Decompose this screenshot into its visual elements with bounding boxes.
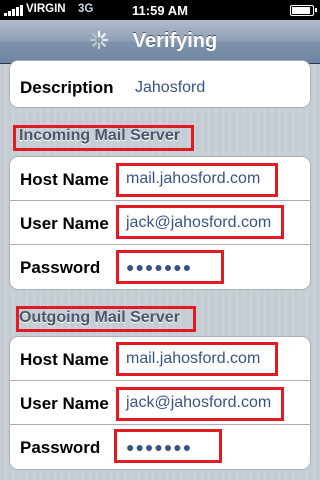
status-bar: VIRGIN 3G 11:59 AM [0,0,320,20]
outgoing-host-row[interactable]: Host Name mail.jahosford.com [10,337,310,381]
incoming-user-field[interactable]: jack@jahosford.com [126,214,271,232]
navigation-bar: Verifying [0,20,320,64]
outgoing-server-group: Host Name mail.jahosford.com User Name j… [9,336,311,470]
nav-title: Verifying [132,30,218,52]
account-description-group: Description Jahosford [9,60,311,108]
battery-level [292,7,311,14]
incoming-server-header: Incoming Mail Server [19,127,180,144]
description-row[interactable]: Description Jahosford [10,61,310,107]
activity-spinner-icon [89,30,109,50]
incoming-host-label: Host Name [20,170,109,189]
incoming-password-row[interactable]: Password ●●●●●●● [10,245,310,289]
outgoing-user-label: User Name [20,394,109,413]
outgoing-host-label: Host Name [20,350,109,369]
incoming-password-label: Password [20,258,101,277]
incoming-user-row[interactable]: User Name jack@jahosford.com [10,201,310,245]
outgoing-password-field[interactable]: ●●●●●●● [126,439,192,455]
incoming-host-field[interactable]: mail.jahosford.com [126,170,260,188]
outgoing-host-field[interactable]: mail.jahosford.com [126,350,260,368]
incoming-password-field[interactable]: ●●●●●●● [126,259,192,275]
incoming-server-group: Host Name mail.jahosford.com User Name j… [9,156,311,290]
outgoing-password-label: Password [20,438,101,457]
description-label: Description [20,78,114,97]
incoming-user-label: User Name [20,214,109,233]
description-value[interactable]: Jahosford [135,79,205,97]
incoming-host-row[interactable]: Host Name mail.jahosford.com [10,157,310,201]
battery-icon [290,5,317,16]
status-time: 11:59 AM [132,3,188,18]
outgoing-user-field[interactable]: jack@jahosford.com [126,394,271,412]
outgoing-server-header: Outgoing Mail Server [19,309,180,326]
outgoing-user-row[interactable]: User Name jack@jahosford.com [10,381,310,425]
outgoing-password-row[interactable]: Password ●●●●●●● [10,425,310,469]
